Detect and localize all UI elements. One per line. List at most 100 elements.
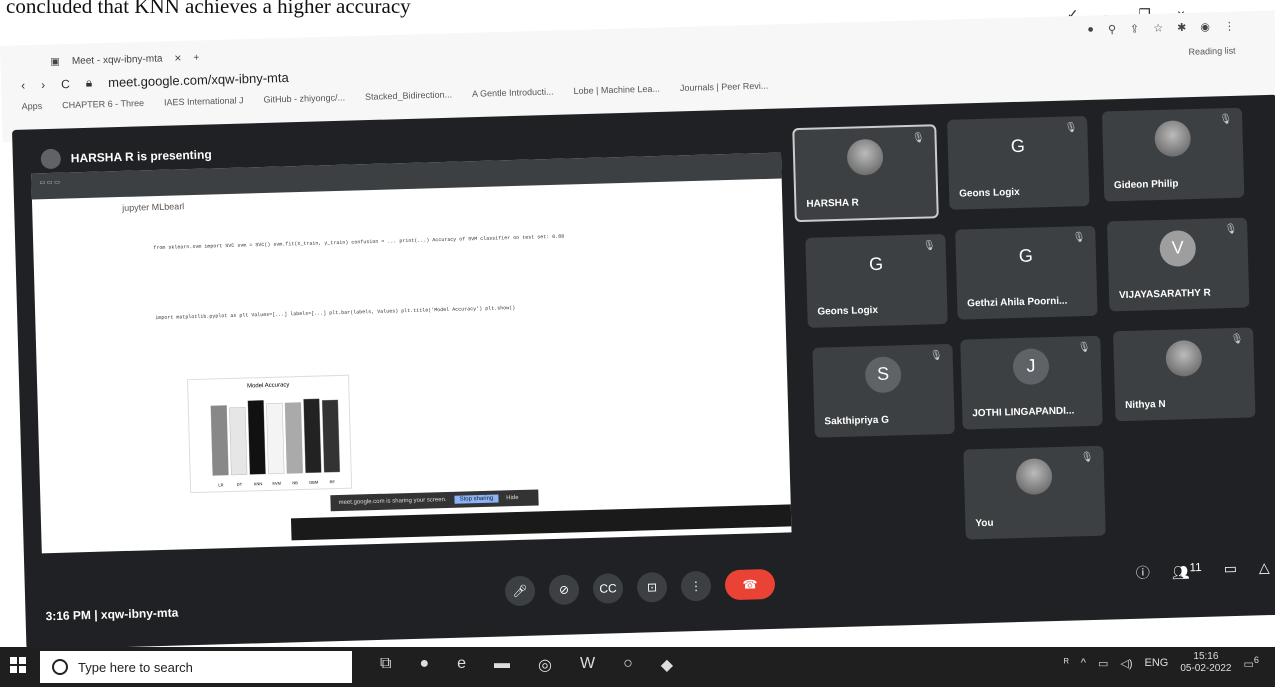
chat-icon[interactable]: ▭ — [1223, 560, 1237, 580]
bookmark-item[interactable]: Apps — [22, 101, 43, 112]
search-placeholder: Type here to search — [78, 659, 193, 675]
participant-avatar — [1165, 339, 1203, 377]
participant-tile[interactable]: S Sakthipriya G 🎙︎ — [812, 343, 955, 438]
people-icon[interactable]: 👥︎11 — [1172, 561, 1202, 582]
mic-muted-icon: 🎙︎ — [1072, 232, 1086, 244]
word-icon[interactable]: W — [580, 655, 595, 675]
share-icon[interactable]: ⇪ — [1130, 22, 1140, 35]
camera-icon[interactable]: ● — [1087, 23, 1094, 36]
task-view-icon[interactable]: ⧉ — [380, 655, 391, 675]
camera-toggle-button[interactable]: ⊘ — [548, 574, 580, 606]
url-field[interactable]: meet.google.com/xqw-ibny-mta — [108, 70, 289, 90]
notification-count: 6 — [1253, 655, 1259, 666]
chrome-icon[interactable]: ◎ — [538, 655, 552, 675]
clock[interactable]: 15:16 05-02-2022 — [1180, 651, 1231, 675]
people-tray-icon[interactable]: ᴿ — [1064, 657, 1069, 669]
zoom-icon[interactable]: ⚲ — [1108, 23, 1116, 36]
edge-icon[interactable]: e — [457, 655, 466, 675]
bookmark-item[interactable]: GitHub - zhiyongc/... — [263, 92, 345, 104]
app-icon[interactable]: ● — [419, 655, 429, 675]
camera-off-icon: ⊘ — [558, 582, 570, 597]
back-icon[interactable]: ‹ — [21, 78, 25, 92]
chart-tick-label: DT — [237, 482, 243, 487]
profile-avatar[interactable]: ◉ — [1200, 20, 1210, 33]
present-icon: ⊡ — [646, 580, 658, 595]
taskbar-search[interactable]: Type here to search — [40, 651, 352, 683]
chevron-up-icon[interactable]: ^ — [1081, 657, 1086, 669]
bookmark-item[interactable]: Lobe | Machine Lea... — [573, 84, 660, 96]
participant-tile[interactable]: G Geons Logix 🎙︎ — [947, 115, 1090, 210]
participant-name: Sakthipriya G — [824, 414, 890, 428]
bookmark-item[interactable]: IAES International J — [164, 95, 244, 107]
reading-list-button[interactable]: Reading list — [1188, 46, 1235, 57]
participant-avatar: J — [1012, 347, 1050, 385]
info-icon[interactable]: ⓘ — [1136, 562, 1151, 582]
code-cell-svm: from sklearn.svm import SVC svm = SVC() … — [153, 233, 565, 252]
bookmark-item[interactable]: A Gentle Introducti... — [472, 87, 554, 99]
clock-date: 05-02-2022 — [1180, 663, 1232, 674]
forward-icon[interactable]: › — [41, 77, 45, 91]
language-indicator[interactable]: ENG — [1145, 657, 1169, 669]
browser-tab[interactable]: ▣ Meet - xqw-ibny-mta × + — [50, 50, 199, 68]
mic-toggle-button[interactable]: 🎤︎ — [504, 575, 536, 607]
speaker-icon[interactable]: ◁) — [1120, 657, 1132, 670]
hangup-icon: ☎︎ — [742, 577, 758, 592]
file-explorer-icon[interactable]: ▬ — [494, 655, 510, 675]
participant-avatar — [1154, 119, 1192, 157]
chart-tick-label: RF — [330, 479, 336, 484]
mic-muted-icon: 🎙︎ — [1219, 113, 1233, 126]
notification-icon[interactable]: ▭6 — [1244, 655, 1260, 671]
sharing-text: meet.google.com is sharing your screen. — [338, 497, 447, 507]
stop-sharing-button[interactable]: Stop sharing — [454, 494, 499, 504]
mic-muted-icon: 🎙︎ — [1077, 341, 1091, 354]
participant-avatar: G — [1007, 238, 1045, 276]
participant-tile[interactable]: G Gethzi Ahila Poorni... 🎙︎ — [955, 225, 1098, 320]
meeting-time: 3:16 PM | xqw-ibny-mta — [45, 605, 179, 624]
star-icon[interactable]: ☆ — [1153, 22, 1163, 35]
participant-avatar: G — [857, 246, 895, 284]
leave-call-button[interactable]: ☎︎ — [724, 568, 776, 601]
chart-bar-LR — [210, 405, 229, 476]
bookmark-item[interactable]: CHAPTER 6 - Three — [62, 98, 144, 110]
chart-bar-NB — [284, 402, 303, 474]
participant-name: Nithya N — [1124, 398, 1166, 412]
chart-bar-DT — [229, 407, 248, 476]
shared-screen: ▭ ▭ ▭ jupyter MLbearl from sklearn.svm i… — [31, 152, 792, 554]
participant-tile[interactable]: HARSHA R 🎙︎ — [792, 124, 939, 223]
presenter-banner: HARSHA R is presenting — [40, 144, 212, 170]
participant-name: JOTHI LINGAPANDI... — [972, 405, 1075, 420]
extensions-icon[interactable]: ✱ — [1177, 21, 1187, 34]
participant-avatar — [846, 138, 884, 176]
mic-muted-icon: 🎙︎ — [1080, 451, 1094, 464]
chart-tick-label: SVM — [272, 481, 281, 486]
app-icon[interactable]: ◆ — [661, 655, 673, 675]
hide-button[interactable]: Hide — [506, 495, 519, 501]
reload-icon[interactable]: C — [61, 77, 70, 91]
participant-tile[interactable]: G Geons Logix 🎙︎ — [805, 233, 948, 328]
new-tab-button[interactable]: + — [193, 52, 199, 63]
tab-close-icon[interactable]: × — [174, 51, 181, 65]
chart-bar-SVM — [266, 402, 285, 475]
accuracy-chart: Model Accuracy LR DT KNN SVM NB GBM RF — [187, 374, 353, 494]
participant-name: VIJAYASARATHY R — [1118, 287, 1211, 302]
windows-start-icon[interactable] — [10, 657, 26, 673]
participant-tile[interactable]: J JOTHI LINGAPANDI... 🎙︎ — [960, 335, 1103, 430]
cortana-icon — [52, 659, 68, 675]
app-icon[interactable]: ○ — [623, 655, 633, 675]
captions-button[interactable]: CC — [592, 573, 624, 604]
participant-tile[interactable]: Nithya N 🎙︎ — [1113, 327, 1256, 422]
browser-toolbar-icons: ● ⚲ ⇪ ☆ ✱ ◉ ⋮ — [1087, 20, 1235, 37]
bookmark-item[interactable]: Journals | Peer Revi... — [680, 81, 769, 93]
windows-taskbar: Type here to search ⧉ ● e ▬ ◎ W ○ ◆ ᴿ ^ … — [0, 647, 1275, 687]
present-button[interactable]: ⊡ — [636, 571, 668, 603]
activities-icon[interactable]: △ — [1259, 559, 1270, 579]
participant-tile[interactable]: You 🎙︎ — [963, 445, 1106, 540]
bookmark-item[interactable]: Stacked_Bidirection... — [365, 89, 452, 101]
chart-tick-label: NB — [292, 480, 298, 485]
address-bar: ‹ › C 🔒︎ meet.google.com/xqw-ibny-mta — [21, 70, 289, 92]
more-options-button[interactable]: ⋮ — [680, 570, 712, 602]
participant-tile[interactable]: V VIJAYASARATHY R 🎙︎ — [1106, 217, 1250, 312]
participant-tile[interactable]: Gideon Philip 🎙︎ — [1101, 107, 1245, 202]
network-icon[interactable]: ▭ — [1098, 657, 1108, 670]
menu-icon[interactable]: ⋮ — [1224, 20, 1235, 33]
